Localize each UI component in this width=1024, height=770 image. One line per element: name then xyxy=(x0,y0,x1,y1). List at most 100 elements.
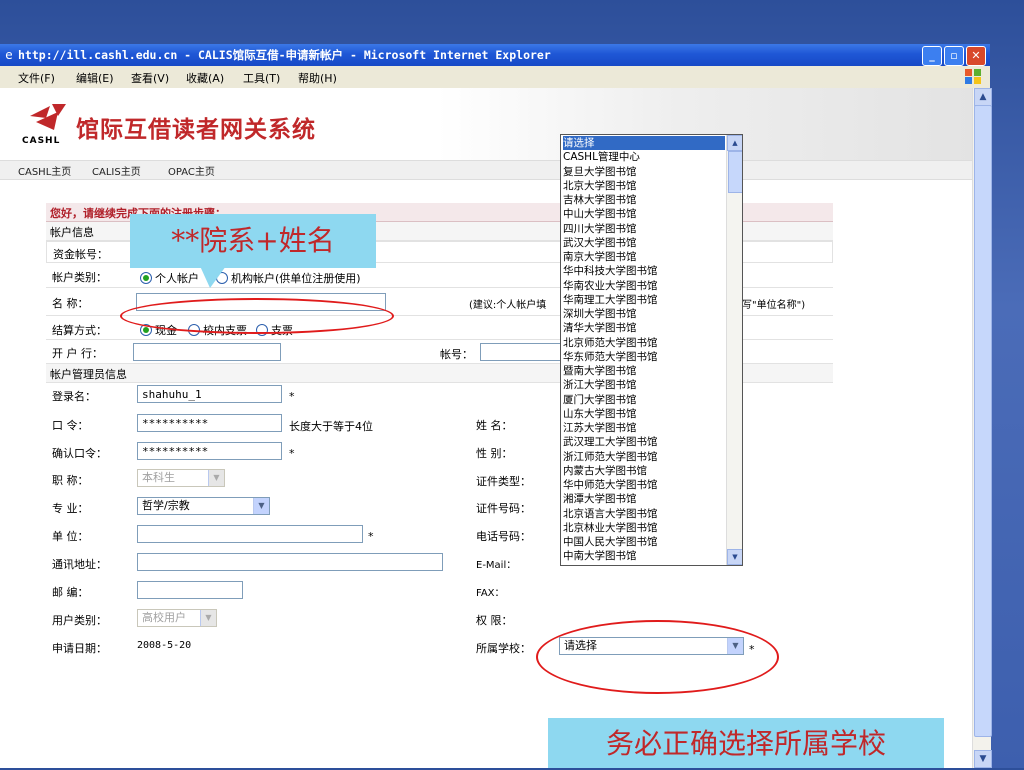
user-type-label: 用户类别： xyxy=(52,614,107,627)
name-hint: (建议:个人帐户填 xyxy=(469,300,547,311)
fund-account-label: 资金帐号： xyxy=(53,248,108,261)
school-option[interactable]: 四川大学图书馆 xyxy=(563,222,725,236)
id-number-label: 证件号码： xyxy=(476,502,531,515)
chevron-down-icon[interactable]: ▼ xyxy=(727,549,742,565)
school-option[interactable]: 南京大学图书馆 xyxy=(563,250,725,264)
radio-org[interactable]: 机构帐户(供单位注册使用) xyxy=(216,270,361,286)
unit-label: 单 位： xyxy=(52,530,89,543)
user-type-select[interactable]: 高校用户 ▼ xyxy=(137,609,217,627)
gender-label: 性 别： xyxy=(476,447,513,460)
school-dropdown-list[interactable]: 请选择 CASHL管理中心 复旦大学图书馆 北京大学图书馆 吉林大学图书馆 中山大学图书馆… xyxy=(560,134,743,566)
radio-personal[interactable]: 个人帐户 xyxy=(140,270,199,286)
postcode-label: 邮 编： xyxy=(52,586,89,599)
chevron-down-icon: ▼ xyxy=(253,498,269,514)
school-option[interactable]: 江苏大学图书馆 xyxy=(563,421,725,435)
name-label: 名 称： xyxy=(52,297,89,310)
permission-label: 权 限： xyxy=(476,614,513,627)
phone-label: 电话号码： xyxy=(476,530,531,543)
address-input[interactable] xyxy=(137,553,443,571)
scroll-thumb[interactable] xyxy=(974,105,992,737)
chevron-down-icon: ▼ xyxy=(208,470,224,486)
confirm-password-input[interactable]: ********** xyxy=(137,442,282,460)
school-option[interactable]: 复旦大学图书馆 xyxy=(563,165,725,179)
school-option[interactable]: 华南农业大学图书馆 xyxy=(563,279,725,293)
menu-edit[interactable]: 编辑(E) xyxy=(76,70,114,86)
nav-link-calis[interactable]: CALIS主页 xyxy=(92,163,141,178)
school-option[interactable]: 北京林业大学图书馆 xyxy=(563,521,725,535)
login-input[interactable]: shahuhu_1 xyxy=(137,385,282,403)
password-input[interactable]: ********** xyxy=(137,414,282,432)
close-button[interactable]: ✕ xyxy=(966,46,986,66)
school-option[interactable]: 北京师范大学图书馆 xyxy=(563,336,725,350)
password-hint: 长度大于等于4位 xyxy=(289,420,373,433)
password-label: 口 令： xyxy=(52,419,89,432)
school-option[interactable]: 浙江大学图书馆 xyxy=(563,378,725,392)
school-option[interactable]: 北京大学图书馆 xyxy=(563,179,725,193)
browser-content: CASHL 馆际互借读者网关系统 CASHL主页 CALIS主页 OPAC主页 … xyxy=(0,88,972,768)
school-option[interactable]: CASHL管理中心 xyxy=(563,150,725,164)
nav-link-cashl[interactable]: CASHL主页 xyxy=(18,163,71,178)
major-select[interactable]: 哲学/宗教 ▼ xyxy=(137,497,270,515)
maximize-button[interactable]: ▫ xyxy=(944,46,964,66)
menu-favorites[interactable]: 收藏(A) xyxy=(186,70,224,86)
bank-account-label: 帐号： xyxy=(440,348,473,361)
nav-link-opac[interactable]: OPAC主页 xyxy=(168,163,215,178)
major-select-value: 哲学/宗教 xyxy=(142,499,190,512)
account-type-label: 帐户类别： xyxy=(52,271,107,284)
minimize-button[interactable]: _ xyxy=(922,46,942,66)
list-scroll-thumb[interactable] xyxy=(728,151,742,193)
school-option[interactable]: 湘潭大学图书馆 xyxy=(563,492,725,506)
nav-bar: CASHL主页 CALIS主页 OPAC主页 xyxy=(0,160,972,180)
bank-label: 开 户 行： xyxy=(52,347,103,360)
menu-view[interactable]: 查看(V) xyxy=(131,70,169,86)
school-option[interactable]: 华东师范大学图书馆 xyxy=(563,350,725,364)
school-option[interactable]: 中山大学图书馆 xyxy=(563,207,725,221)
page-scrollbar[interactable]: ▲ ▼ xyxy=(972,88,992,768)
chevron-up-icon[interactable]: ▲ xyxy=(727,135,742,151)
postcode-input[interactable] xyxy=(137,581,243,599)
school-option[interactable]: 华中科技大学图书馆 xyxy=(563,264,725,278)
school-option[interactable]: 武汉大学图书馆 xyxy=(563,236,725,250)
school-option[interactable]: 中国人民大学图书馆 xyxy=(563,535,725,549)
menu-file[interactable]: 文件(F) xyxy=(18,70,55,86)
logo-text: CASHL xyxy=(22,136,61,146)
school-option[interactable]: 华南理工大学图书馆 xyxy=(563,293,725,307)
school-option[interactable]: 厦门大学图书馆 xyxy=(563,393,725,407)
radio-org-label: 机构帐户(供单位注册使用) xyxy=(231,272,361,285)
highlight-ellipse-name xyxy=(120,298,394,334)
school-option[interactable]: 北京语言大学图书馆 xyxy=(563,507,725,521)
site-title: 馆际互借读者网关系统 xyxy=(76,117,316,143)
id-type-label: 证件类型： xyxy=(476,475,531,488)
school-option[interactable]: 内蒙古大学图书馆 xyxy=(563,464,725,478)
school-option[interactable]: 暨南大学图书馆 xyxy=(563,364,725,378)
required-mark: * xyxy=(289,447,295,460)
menu-help[interactable]: 帮助(H) xyxy=(298,70,337,86)
school-option[interactable]: 请选择 xyxy=(563,136,725,150)
school-option[interactable]: 深圳大学图书馆 xyxy=(563,307,725,321)
school-option[interactable]: 华中师范大学图书馆 xyxy=(563,478,725,492)
school-option[interactable]: 中南大学图书馆 xyxy=(563,549,725,563)
school-option[interactable]: 浙江师范大学图书馆 xyxy=(563,450,725,464)
list-scrollbar[interactable]: ▲ ▼ xyxy=(726,135,742,565)
unit-input[interactable] xyxy=(137,525,363,543)
name-hint-right: 写"单位名称") xyxy=(742,300,806,311)
scroll-down-icon[interactable]: ▼ xyxy=(974,750,992,768)
site-header: CASHL 馆际互借读者网关系统 xyxy=(0,88,972,160)
cashl-logo-icon xyxy=(30,104,66,130)
login-label: 登录名： xyxy=(52,390,96,403)
scroll-up-icon[interactable]: ▲ xyxy=(974,88,992,106)
bank-input[interactable] xyxy=(133,343,281,361)
date-value: 2008-5-20 xyxy=(137,640,192,651)
school-option[interactable]: 吉林大学图书馆 xyxy=(563,193,725,207)
ie-icon: e xyxy=(5,48,13,62)
school-option[interactable]: 清华大学图书馆 xyxy=(563,321,725,335)
callout-tail xyxy=(200,266,226,288)
window-title-bar[interactable]: e http://ill.cashl.edu.cn - CALIS馆际互借-申请… xyxy=(0,44,990,66)
school-option[interactable]: 武汉理工大学图书馆 xyxy=(563,435,725,449)
title-select[interactable]: 本科生 ▼ xyxy=(137,469,225,487)
bank-account-input[interactable] xyxy=(480,343,564,361)
menu-tools[interactable]: 工具(T) xyxy=(243,70,280,86)
school-option[interactable]: 山东大学图书馆 xyxy=(563,407,725,421)
email-label: E-Mail： xyxy=(476,560,517,571)
window-title: http://ill.cashl.edu.cn - CALIS馆际互借-申请新帐… xyxy=(18,48,551,62)
